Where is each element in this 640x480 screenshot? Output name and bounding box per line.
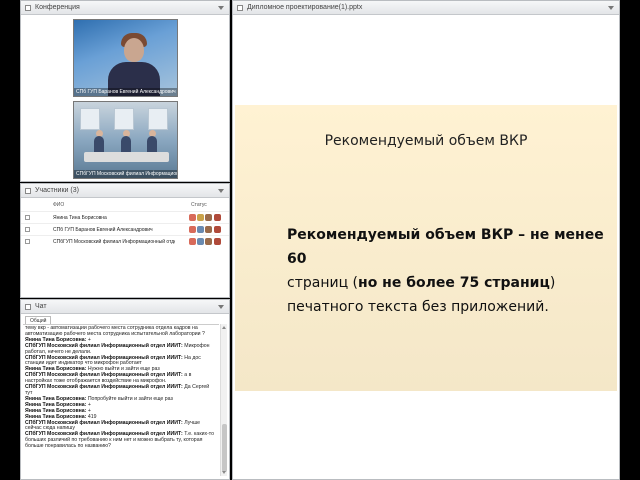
presentation-title: Дипломное проектирование(1).pptx [247,4,363,11]
hand-icon[interactable] [205,226,212,233]
slide-text-plain-1: страниц ( [287,275,359,291]
participant-checkbox[interactable] [25,227,30,232]
participant-checkbox[interactable] [25,239,30,244]
hand-icon[interactable] [205,214,212,221]
column-status-header[interactable]: Статус [191,202,207,208]
camera-icon[interactable] [197,226,204,233]
microphone-icon[interactable] [189,238,196,245]
slide-text-bold-1: Рекомендуемый объем ВКР – не менее 60 [287,227,604,267]
user-icon [214,238,221,245]
participant-checkbox[interactable] [25,215,30,220]
participants-panel: Участники (3) ФИО Статус Янина Тина Бори… [20,183,230,298]
participant-row[interactable]: СПбГУП Московский филиал Информационный … [21,235,229,247]
chat-title: Чат [35,303,47,310]
microphone-icon[interactable] [189,214,196,221]
window-icon [25,5,31,11]
participant-name: СПб ГУП Баранов Евгений Александрович [53,227,153,233]
participants-titlebar[interactable]: Участники (3) [21,184,229,198]
meeting-table [84,152,169,162]
participant-row[interactable]: Янина Тина Борисовна [21,211,229,223]
panel-menu-icon[interactable] [218,189,224,193]
user-icon [214,226,221,233]
chat-messages[interactable]: тему вкр - автоматизации рабочего места … [23,324,219,476]
hand-icon[interactable] [205,238,212,245]
conference-title: Конференция [35,4,80,11]
video-caption-2: СПбГУП Московский филиал Информацион... [74,170,177,178]
slide[interactable]: Рекомендуемый объем ВКР Рекомендуемый об… [235,105,617,391]
participants-title: Участники (3) [35,187,79,194]
chat-panel: Чат Общий тему вкр - автоматизации рабоч… [20,299,230,480]
video-feed-2[interactable]: СПбГУП Московский филиал Информацион... [73,101,178,179]
participant-row[interactable]: СПб ГУП Баранов Евгений Александрович [21,223,229,235]
camera-icon[interactable] [197,214,204,221]
panel-menu-icon[interactable] [218,305,224,309]
window-icon [237,5,243,11]
slide-title: Рекомендуемый объем ВКР [324,133,528,149]
slide-body: Рекомендуемый объем ВКР – не менее 60 ст… [287,223,617,319]
window-icon [25,188,31,194]
user-icon [214,214,221,221]
scroll-thumb[interactable] [222,424,227,472]
window-icon [25,304,31,310]
presentation-panel: Дипломное проектирование(1).pptx Рекомен… [232,0,620,480]
chat-message-text: тему вкр - автоматизации рабочего места … [25,325,205,337]
microphone-icon[interactable] [189,226,196,233]
column-name-header[interactable]: ФИО [53,202,64,208]
chat-message-text: Попробуйте выйти и зайти еще раз [87,395,173,402]
scroll-down-icon[interactable] [222,471,226,474]
slide-text-bold-2: но не более 75 страниц [358,275,550,291]
participant-name: СПбГУП Московский филиал Информационный … [53,239,175,245]
panel-menu-icon[interactable] [218,6,224,10]
panel-menu-icon[interactable] [608,6,614,10]
chat-titlebar[interactable]: Чат [21,300,229,314]
conference-panel: Конференция СПб ГУП Баранов Евгений Алек… [20,0,230,182]
presentation-titlebar[interactable]: Дипломное проектирование(1).pptx [233,1,619,15]
chat-scrollbar[interactable] [220,324,227,476]
participants-header: ФИО Статус [21,200,229,210]
scroll-up-icon[interactable] [222,326,226,329]
chat-message: СПбГУП Московский филиал Информационный … [25,431,217,450]
chat-message-author: СПбГУП Московский филиал Информационный … [25,384,183,391]
video-feed-1[interactable]: СПб ГУП Баранов Евгений Александрович [73,19,178,97]
participant-name: Янина Тина Борисовна [53,215,107,221]
camera-icon[interactable] [197,238,204,245]
conference-titlebar[interactable]: Конференция [21,1,229,15]
video-caption-1: СПб ГУП Баранов Евгений Александрович [74,88,177,96]
chat-tab-general[interactable]: Общий [25,316,52,324]
